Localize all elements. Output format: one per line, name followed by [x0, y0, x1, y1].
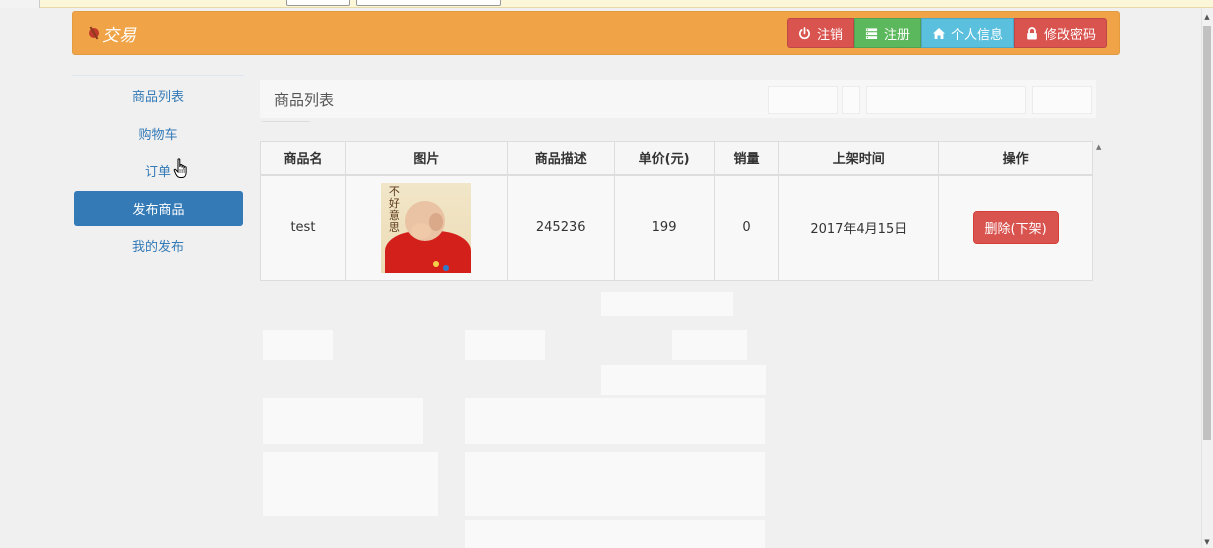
sidebar-item-publish-goods[interactable]: 发布商品 — [74, 190, 243, 226]
power-icon — [798, 26, 812, 40]
ghost-residue — [672, 330, 747, 360]
goods-table: 商品名 图片 商品描述 单价(元) 销量 上架时间 操作 test 不好意思 2… — [260, 141, 1093, 281]
page-title-bar: 商品列表 — [260, 80, 1096, 118]
browser-input-stub[interactable] — [286, 0, 350, 6]
ghost-residue — [601, 365, 766, 395]
goods-image-cell: 不好意思 — [344, 174, 508, 281]
register-label: 注册 — [883, 27, 910, 43]
goods-action-cell: 删除(下架) — [938, 174, 1093, 281]
hand-cursor-icon — [173, 158, 187, 178]
column-header: 操作 — [938, 141, 1093, 176]
scroll-down-arrow-icon[interactable]: ▼ — [1203, 537, 1211, 547]
column-header: 商品描述 — [506, 141, 615, 176]
ghost-residue — [263, 330, 333, 360]
ghost-residue — [465, 452, 765, 516]
logout-label: 注销 — [816, 27, 843, 43]
goods-description-cell: 245236 — [506, 174, 615, 281]
ghost-residue — [842, 86, 860, 114]
change-password-label: 修改密码 — [1043, 27, 1096, 43]
sidebar-item-label: 我的发布 — [131, 240, 184, 255]
brand-logo[interactable]: 交易 — [87, 22, 136, 46]
logout-button[interactable]: 注销 — [786, 18, 854, 48]
sidebar-item-goods-list[interactable]: 商品列表 — [72, 78, 244, 113]
home-icon — [932, 26, 946, 40]
goods-thumbnail[interactable]: 不好意思 — [381, 182, 472, 273]
scroll-up-arrow-icon[interactable]: ▲ — [1203, 12, 1211, 22]
browser-address-stub[interactable] — [356, 0, 501, 6]
sidebar-item-orders[interactable]: 订单 — [72, 153, 244, 188]
sidebar-item-cart[interactable]: 购物车 — [72, 116, 244, 151]
ghost-residue — [601, 292, 733, 316]
ghost-residue — [465, 398, 765, 444]
thumbnail-caption: 不好意思 — [388, 184, 400, 234]
ghost-residue — [866, 86, 1026, 114]
sidebar-divider — [72, 75, 244, 76]
column-header: 商品名 — [260, 141, 346, 176]
title-underline — [262, 121, 310, 122]
column-header: 图片 — [344, 141, 508, 176]
browser-top-strip — [0, 0, 1213, 8]
caret-up-icon: ▲ — [1096, 143, 1102, 151]
ghost-residue — [263, 452, 438, 516]
sidebar-item-label: 订单 — [144, 165, 171, 180]
sidebar-item-label: 发布商品 — [132, 202, 185, 218]
column-header: 上架时间 — [778, 141, 940, 176]
ghost-residue — [263, 398, 423, 444]
ghost-residue — [768, 86, 838, 114]
list-icon — [865, 26, 879, 40]
sidebar-nav: 商品列表 购物车 订单 发布商品 我的发布 — [72, 75, 244, 266]
page-title: 商品列表 — [274, 90, 335, 109]
lock-icon — [1025, 26, 1039, 40]
column-header: 单价(元) — [613, 141, 715, 176]
register-button[interactable]: 注册 — [853, 18, 921, 48]
goods-price-cell: 199 — [613, 174, 715, 281]
profile-label: 个人信息 — [950, 27, 1003, 43]
sidebar-item-label: 商品列表 — [131, 90, 184, 105]
goods-name-cell: test — [260, 174, 346, 281]
goods-listed-time-cell: 2017年4月15日 — [778, 174, 940, 281]
ghost-residue — [465, 330, 545, 360]
sidebar-item-label: 购物车 — [138, 127, 178, 143]
page-scrollbar-thumb[interactable] — [1203, 26, 1211, 440]
table-header-row: 商品名 图片 商品描述 单价(元) 销量 上架时间 操作 — [260, 141, 1093, 176]
brand-icon — [87, 26, 101, 40]
column-header: 销量 — [713, 141, 780, 176]
profile-button[interactable]: 个人信息 — [920, 18, 1014, 48]
top-navbar: 交易 注销 注册 个人信息 修改密码 — [72, 11, 1120, 55]
ghost-residue — [1032, 86, 1092, 114]
ghost-residue — [465, 520, 765, 548]
thumbnail-shape — [411, 222, 432, 239]
brand-text: 交易 — [102, 25, 136, 46]
header-button-group: 注销 注册 个人信息 修改密码 — [786, 18, 1107, 48]
table-row: test 不好意思 245236 199 0 2017年4月15日 删除(下架) — [260, 174, 1093, 281]
browser-tab-stub[interactable] — [0, 0, 40, 8]
delete-unlist-button[interactable]: 删除(下架) — [972, 211, 1059, 245]
goods-sales-cell: 0 — [713, 174, 780, 281]
sidebar-item-my-publish[interactable]: 我的发布 — [72, 228, 244, 263]
change-password-button[interactable]: 修改密码 — [1013, 18, 1107, 48]
